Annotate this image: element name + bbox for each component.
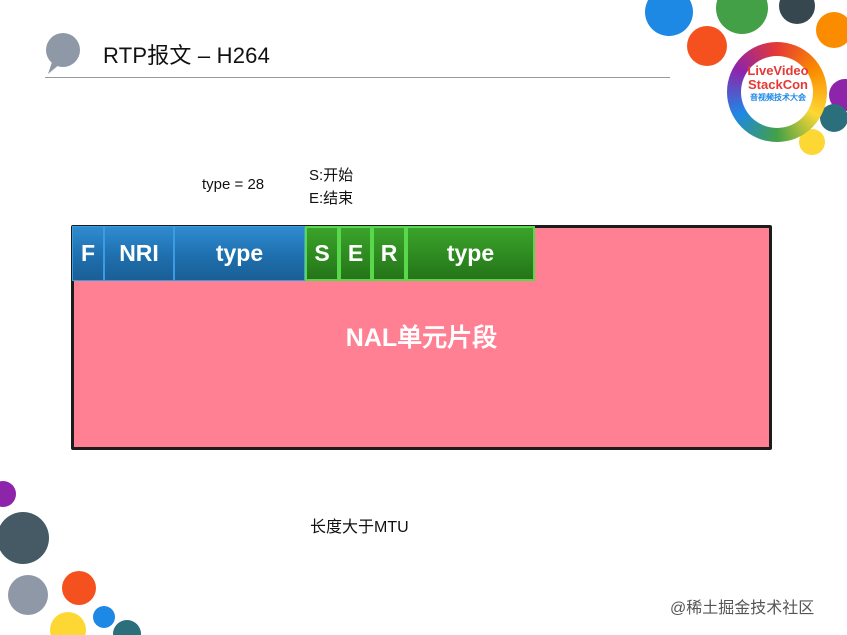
fu-header-e: E — [339, 226, 372, 281]
fu-header-s: S — [305, 226, 339, 281]
logo-line-2: StackCon — [748, 77, 808, 92]
fu-indicator-type-label: type — [215, 240, 264, 266]
e-bit-annotation: E:结束 — [309, 190, 354, 207]
fu-indicator-type: type — [174, 226, 305, 281]
type-value-annotation: type = 28 — [202, 176, 265, 193]
title-bullet-dot — [46, 33, 80, 67]
fu-header-type: type — [406, 226, 535, 281]
fu-indicator-f-label: F — [80, 240, 96, 266]
slide-title: RTP报文 – H264 — [103, 43, 271, 68]
nal-payload-label: NAL单元片段 — [345, 324, 498, 352]
title-divider — [45, 77, 670, 78]
fu-header-type-label: type — [446, 240, 495, 266]
s-bit-annotation: S:开始 — [309, 167, 354, 184]
fu-header-s-label: S — [314, 240, 330, 266]
fu-indicator-nri-label: NRI — [119, 240, 159, 266]
fu-indicator-f: F — [72, 226, 104, 281]
fu-header-r-label: R — [380, 240, 398, 266]
fu-header-e-label: E — [347, 240, 364, 266]
watermark: @稀土掘金技术社区 — [670, 600, 815, 617]
logo-line-1: LiveVideo — [747, 63, 809, 78]
logo-line-3: 音视频技术大会 — [750, 93, 806, 102]
fu-indicator-nri: NRI — [104, 226, 174, 281]
length-note: 长度大于MTU — [310, 519, 409, 536]
fu-header-r: R — [372, 226, 406, 281]
